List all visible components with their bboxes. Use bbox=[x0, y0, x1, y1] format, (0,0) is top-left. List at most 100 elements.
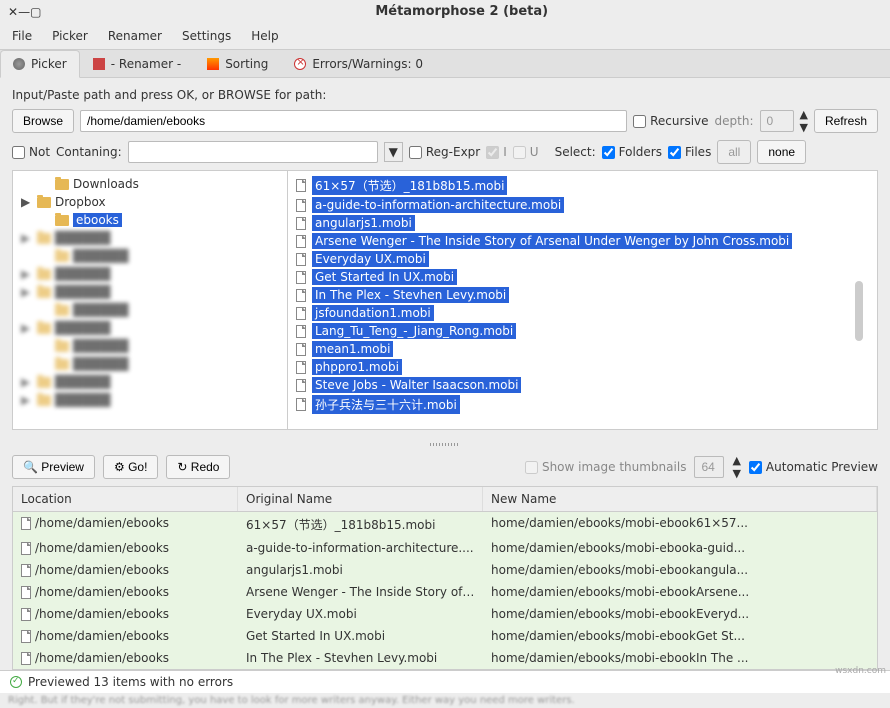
depth-input[interactable] bbox=[760, 110, 794, 132]
flag-u-checkbox[interactable]: U bbox=[513, 145, 539, 159]
tree-item[interactable]: ▶ ██████ bbox=[21, 373, 279, 391]
folder-icon bbox=[55, 251, 69, 262]
result-row[interactable]: /home/damien/ebooksGet Started In UX.mob… bbox=[13, 625, 877, 647]
watermark: wsxdn.com bbox=[835, 666, 886, 676]
browse-button[interactable]: Browse bbox=[12, 109, 74, 133]
tree-item[interactable]: ▶ ██████ bbox=[21, 319, 279, 337]
maximize-icon[interactable]: ▢ bbox=[30, 5, 41, 19]
file-item[interactable]: angularjs1.mobi bbox=[296, 214, 869, 232]
folder-icon bbox=[37, 233, 51, 244]
folder-icon bbox=[37, 197, 51, 208]
tree-item[interactable]: ▶ ██████ bbox=[21, 229, 279, 247]
result-row[interactable]: /home/damien/ebooks61×57（节选）_181b8b15.mo… bbox=[13, 512, 877, 537]
sort-icon bbox=[207, 58, 219, 70]
auto-preview-checkbox[interactable]: Automatic Preview bbox=[749, 460, 878, 474]
thumbnails-checkbox[interactable]: Show image thumbnails bbox=[525, 460, 687, 474]
file-item[interactable]: Lang_Tu_Teng_-_Jiang_Rong.mobi bbox=[296, 322, 869, 340]
tab-picker[interactable]: Picker bbox=[0, 50, 80, 78]
recursive-checkbox[interactable]: Recursive bbox=[633, 114, 708, 128]
splitter[interactable] bbox=[0, 440, 890, 448]
tab-sorting[interactable]: Sorting bbox=[194, 50, 281, 77]
tab-picker-label: Picker bbox=[31, 57, 67, 71]
col-header-location[interactable]: Location bbox=[13, 487, 238, 511]
files-checkbox[interactable]: Files bbox=[668, 145, 711, 159]
file-item[interactable]: jsfoundation1.mobi bbox=[296, 304, 869, 322]
thumb-size-input[interactable] bbox=[694, 456, 724, 478]
file-item[interactable]: In The Plex - Stevhen Levy.mobi bbox=[296, 286, 869, 304]
file-item[interactable]: Everyday UX.mobi bbox=[296, 250, 869, 268]
file-item[interactable]: 61×57（节选）_181b8b15.mobi bbox=[296, 175, 869, 196]
menu-picker[interactable]: Picker bbox=[52, 29, 88, 43]
folder-tree[interactable]: Downloads▶ Dropbox ebooks▶ ██████ ██████… bbox=[13, 171, 288, 429]
folder-icon bbox=[55, 215, 69, 226]
folders-checkbox[interactable]: Folders bbox=[602, 145, 662, 159]
file-icon bbox=[296, 289, 306, 302]
file-item[interactable]: Arsene Wenger - The Inside Story of Arse… bbox=[296, 232, 869, 250]
result-row[interactable]: /home/damien/ebooksa-guide-to-informatio… bbox=[13, 537, 877, 559]
menu-file[interactable]: File bbox=[12, 29, 32, 43]
file-list[interactable]: 61×57（节选）_181b8b15.mobia-guide-to-inform… bbox=[288, 171, 877, 429]
file-icon bbox=[21, 564, 31, 577]
tree-item[interactable]: ▶ Dropbox bbox=[21, 193, 279, 211]
regexpr-checkbox[interactable]: Reg-Expr bbox=[409, 145, 480, 159]
select-all-button[interactable]: all bbox=[717, 140, 751, 164]
file-icon bbox=[21, 542, 31, 555]
footer-blur-text: Right. But if they're not submitting, yo… bbox=[0, 693, 890, 708]
select-none-button[interactable]: none bbox=[757, 140, 806, 164]
file-icon bbox=[296, 343, 306, 356]
close-icon[interactable]: ✕ bbox=[8, 5, 18, 19]
col-header-newname[interactable]: New Name bbox=[483, 487, 877, 511]
tab-errors[interactable]: Errors/Warnings: 0 bbox=[281, 50, 436, 77]
file-item[interactable]: Get Started In UX.mobi bbox=[296, 268, 869, 286]
result-row[interactable]: /home/damien/ebooksIn The Plex - Stevhen… bbox=[13, 647, 877, 669]
folder-icon bbox=[37, 269, 51, 280]
file-item[interactable]: a-guide-to-information-architecture.mobi bbox=[296, 196, 869, 214]
dropdown-icon[interactable]: ▼ bbox=[384, 142, 403, 162]
file-item[interactable]: phppro1.mobi bbox=[296, 358, 869, 376]
not-checkbox[interactable]: Not bbox=[12, 145, 50, 159]
tree-item[interactable]: ██████ bbox=[21, 355, 279, 373]
go-button[interactable]: ⚙ Go! bbox=[103, 455, 158, 479]
redo-button[interactable]: ↻ Redo bbox=[166, 455, 230, 479]
file-icon bbox=[21, 630, 31, 643]
tree-item[interactable]: ▶ ██████ bbox=[21, 265, 279, 283]
tree-item[interactable]: ▶ ██████ bbox=[21, 391, 279, 409]
preview-button[interactable]: 🔍 Preview bbox=[12, 455, 95, 479]
thumb-size-spinner[interactable]: ▲▼ bbox=[732, 454, 740, 480]
col-header-original[interactable]: Original Name bbox=[238, 487, 483, 511]
result-row[interactable]: /home/damien/ebooksArsene Wenger - The I… bbox=[13, 581, 877, 603]
tree-item[interactable]: ██████ bbox=[21, 337, 279, 355]
flag-i-checkbox[interactable]: I bbox=[486, 145, 507, 159]
tabs: Picker - Renamer - Sorting Errors/Warnin… bbox=[0, 50, 890, 78]
refresh-button[interactable]: Refresh bbox=[814, 109, 878, 133]
tree-item[interactable]: ██████ bbox=[21, 301, 279, 319]
menu-help[interactable]: Help bbox=[251, 29, 278, 43]
file-item[interactable]: mean1.mobi bbox=[296, 340, 869, 358]
depth-spinner[interactable]: ▲▼ bbox=[800, 108, 808, 134]
renamer-icon bbox=[93, 58, 105, 70]
menubar: File Picker Renamer Settings Help bbox=[0, 23, 890, 50]
result-row[interactable]: /home/damien/ebooksangularjs1.mobihome/d… bbox=[13, 559, 877, 581]
menu-settings[interactable]: Settings bbox=[182, 29, 231, 43]
tab-renamer[interactable]: - Renamer - bbox=[80, 50, 194, 77]
result-row[interactable]: /home/damien/ebooksEveryday UX.mobihome/… bbox=[13, 603, 877, 625]
results-table: Location Original Name New Name /home/da… bbox=[12, 486, 878, 670]
tree-item[interactable]: ██████ bbox=[21, 247, 279, 265]
picker-icon bbox=[13, 58, 25, 70]
file-icon bbox=[296, 199, 306, 212]
file-item[interactable]: 孙子兵法与三十六计.mobi bbox=[296, 394, 869, 415]
file-icon bbox=[296, 325, 306, 338]
containing-label: Contaning: bbox=[56, 145, 122, 159]
menu-renamer[interactable]: Renamer bbox=[108, 29, 162, 43]
tree-item[interactable]: ebooks bbox=[21, 211, 279, 229]
file-icon bbox=[296, 398, 306, 411]
path-input[interactable] bbox=[80, 110, 627, 132]
file-icon bbox=[21, 517, 31, 530]
file-item[interactable]: Steve Jobs - Walter Isaacson.mobi bbox=[296, 376, 869, 394]
minimize-icon[interactable]: — bbox=[18, 5, 30, 19]
containing-input[interactable] bbox=[128, 141, 378, 163]
tree-item[interactable]: Downloads bbox=[21, 175, 279, 193]
folder-icon bbox=[37, 287, 51, 298]
tree-item[interactable]: ▶ ██████ bbox=[21, 283, 279, 301]
scrollbar[interactable] bbox=[855, 281, 863, 341]
